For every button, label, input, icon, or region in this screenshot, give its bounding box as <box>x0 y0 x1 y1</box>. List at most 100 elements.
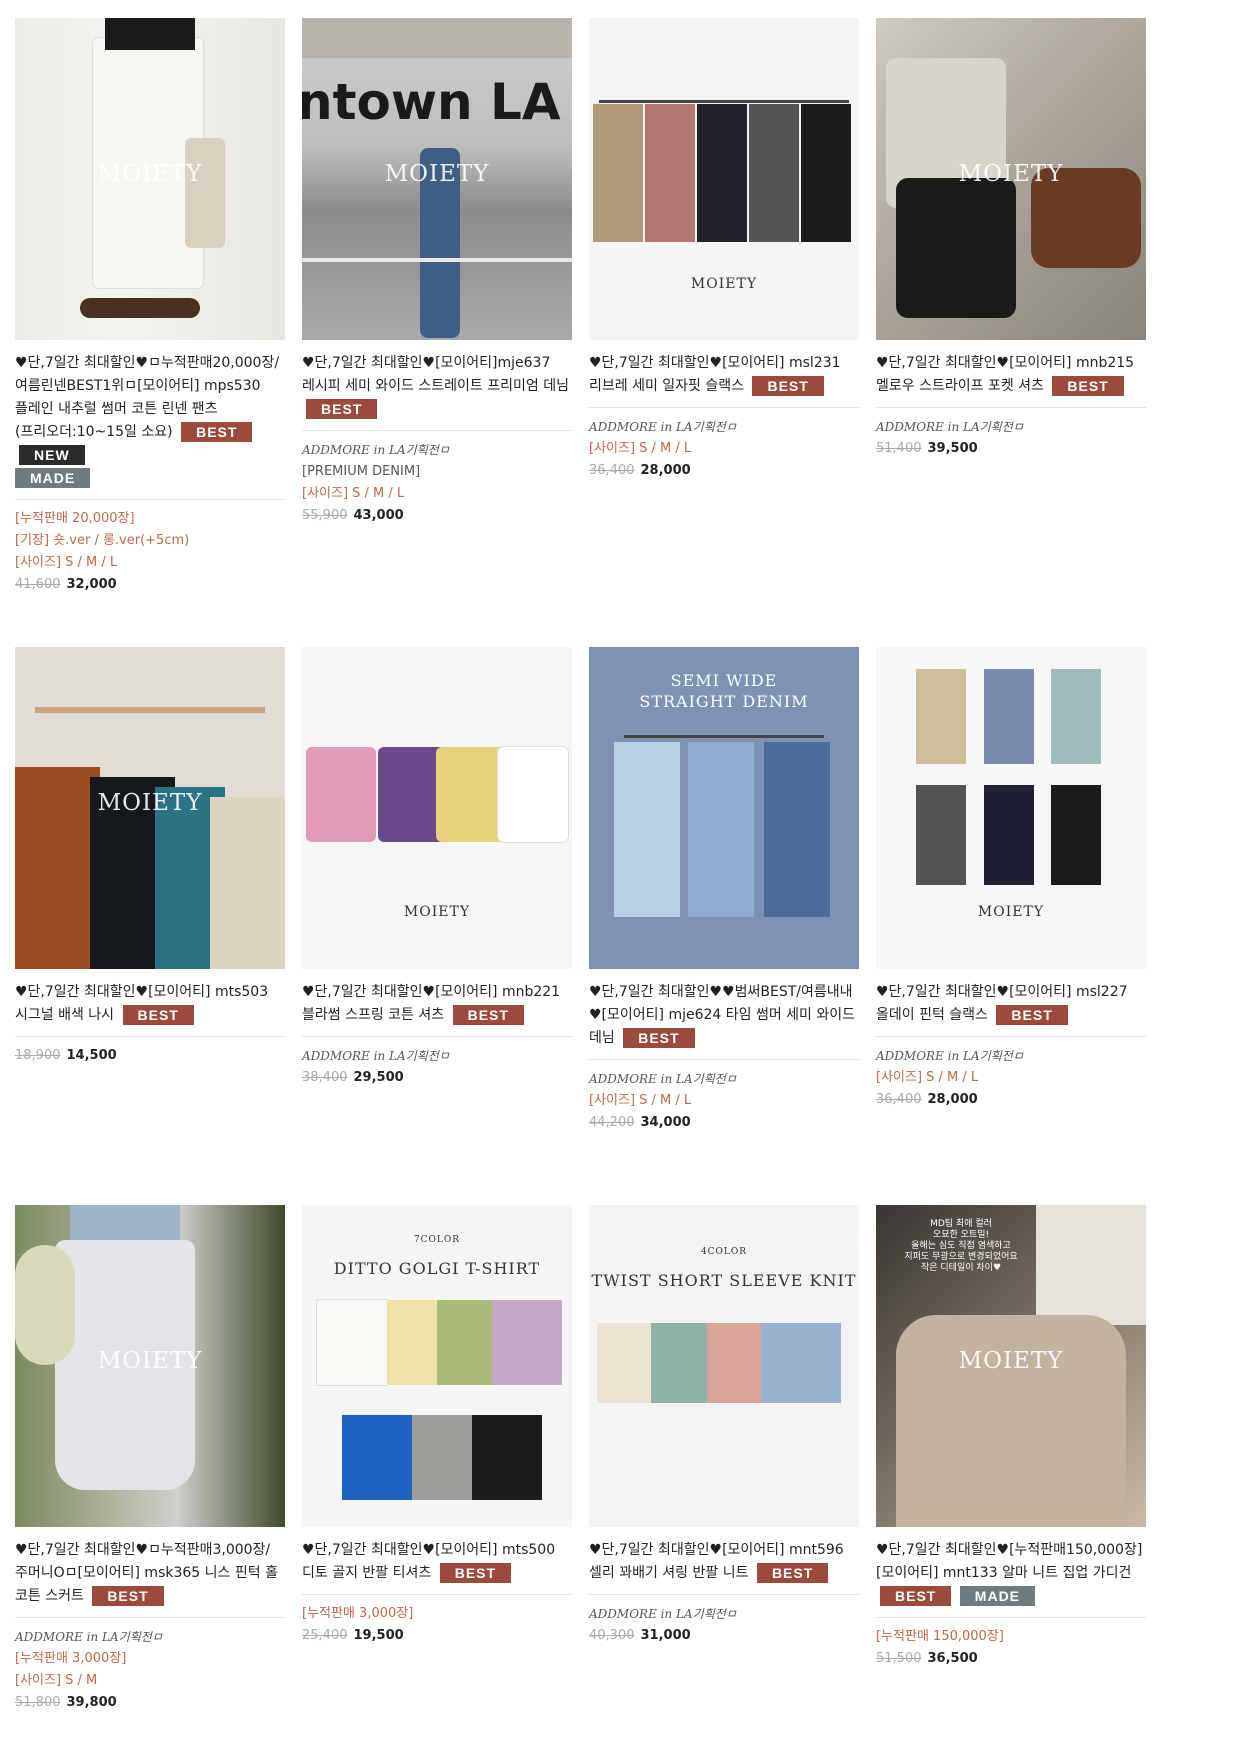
product-image[interactable]: MOIETY <box>876 647 1146 969</box>
product-name[interactable]: ♥단,7일간 최대할인♥[모이어티] mts503 시그널 배색 나시 BEST <box>15 981 285 1027</box>
slacks-beige <box>916 669 966 764</box>
product-card[interactable]: MOIETY ♥단,7일간 최대할인♥[모이어티] msl231 리브레 세미 … <box>589 18 859 482</box>
slacks-black <box>1051 785 1101 885</box>
divider <box>589 1594 859 1595</box>
product-image[interactable]: MOIETY <box>15 18 285 340</box>
spec-line: [누적판매 150,000장] <box>876 1629 1004 1644</box>
price-row: 36,400 28,000 <box>589 460 859 482</box>
spec-line: [사이즈] S / M / L <box>589 441 692 456</box>
product-card[interactable]: MOIETY ♥단,7일간 최대할인♥ㅁ누적판매20,000장/여름린넨BEST… <box>15 18 285 596</box>
color-tag: 7COLOR <box>413 1235 461 1245</box>
watermark: MOIETY <box>958 161 1064 187</box>
product-card[interactable]: MOIETY ♥단,7일간 최대할인♥[모이어티] mts503 시그널 배색 … <box>15 647 285 1067</box>
pants-graphic <box>896 178 1016 318</box>
product-name-text[interactable]: ♥단,7일간 최대할인♥[모이어티]mje637 레시피 세미 와이드 스트레이… <box>302 355 569 394</box>
price-row: 44,200 34,000 <box>589 1112 859 1134</box>
brand-label: ADDMORE in LA기획전ㅁ <box>302 1049 450 1063</box>
brand-logo: MOIETY <box>977 904 1045 920</box>
product-image[interactable]: MOIETY <box>15 647 285 969</box>
best-badge: BEST <box>306 399 378 419</box>
product-image[interactable]: MOIETY <box>876 18 1146 340</box>
product-card[interactable]: MOIETY ♥단,7일간 최대할인♥[모이어티] msl227 올데이 핀턱 … <box>876 647 1146 1111</box>
product-name-text[interactable]: ♥단,7일간 최대할인♥[모이어티] mts500 디토 골지 반팔 티셔츠 <box>302 1542 555 1581</box>
product-image[interactable]: MOIETY <box>15 1205 285 1527</box>
flowers-graphic <box>15 1245 75 1365</box>
product-image[interactable]: 4COLOR TWIST SHORT SLEEVE KNIT <box>589 1205 859 1527</box>
spec-line: [PREMIUM DENIM] <box>302 464 421 479</box>
product-image[interactable]: MD팀 최애 컬러 오묘한 오트밀! 올해는 심도 직접 염색하고 지퍼도 무광… <box>876 1205 1146 1527</box>
divider <box>302 1036 572 1037</box>
product-name[interactable]: ♥단,7일간 최대할인♥ㅁ누적판매3,000장/주머니Oㅁ[모이어티] msk3… <box>15 1539 285 1608</box>
tee-lilac <box>492 1300 562 1385</box>
sale-price: 34,000 <box>640 1115 691 1130</box>
product-name[interactable]: ♥단,7일간 최대할인♥♥범써BEST/여름내내♥[모이어티] mje624 타… <box>589 981 859 1050</box>
watermark: MOIETY <box>97 161 203 187</box>
product-card[interactable]: 4COLOR TWIST SHORT SLEEVE KNIT ♥단,7일간 최대… <box>589 1205 859 1647</box>
product-name[interactable]: ♥단,7일간 최대할인♥[모이어티] mnb215 멜로우 스트라이프 포켓 셔… <box>876 352 1146 398</box>
original-price: 18,900 <box>15 1048 61 1063</box>
price-row: 51,800 39,800 <box>15 1692 285 1714</box>
sale-price: 39,500 <box>927 441 978 456</box>
product-card[interactable]: MOIETY ♥단,7일간 최대할인♥[모이어티] mnb215 멜로우 스트라… <box>876 18 1146 460</box>
price-row: 36,400 28,000 <box>876 1089 1146 1111</box>
made-badge: MADE <box>959 1586 1036 1606</box>
color-tag: 4COLOR <box>700 1247 748 1257</box>
slacks-navy <box>984 785 1034 885</box>
spec-line: [사이즈] S / M / L <box>302 486 405 501</box>
product-name-text[interactable]: ♥단,7일간 최대할인♥[누적판매150,000장][모이어티] mnt133 … <box>876 1542 1142 1581</box>
product-card[interactable]: MOIETY ♥단,7일간 최대할인♥[모이어티] mnb221 블라썸 스프링… <box>302 647 572 1089</box>
price-row: 40,300 31,000 <box>589 1625 859 1647</box>
image-heading: TWIST SHORT SLEEVE KNIT <box>591 1271 857 1290</box>
brand-logo: MOIETY <box>403 904 471 920</box>
best-badge: BEST <box>756 1563 829 1583</box>
product-name[interactable]: ♥단,7일간 최대할인♥[모이어티] msl227 올데이 핀턱 슬랙스 BES… <box>876 981 1146 1027</box>
product-image[interactable]: 7COLOR DITTO GOLGI T-SHIRT <box>302 1205 572 1527</box>
product-name[interactable]: ♥단,7일간 최대할인♥ㅁ누적판매20,000장/여름린넨BEST1위ㅁ[모이어… <box>15 352 285 490</box>
slacks-mint <box>1051 669 1101 764</box>
price-row: 18,900 14,500 <box>15 1045 285 1067</box>
product-name[interactable]: ♥단,7일간 최대할인♥[모이어티] msl231 리브레 세미 일자핏 슬랙스… <box>589 352 859 398</box>
best-badge: BEST <box>92 1586 164 1606</box>
product-image[interactable]: MOIETY <box>302 647 572 969</box>
divider <box>15 1617 285 1618</box>
product-name[interactable]: ♥단,7일간 최대할인♥[모이어티] mts500 디토 골지 반팔 티셔츠 B… <box>302 1539 572 1585</box>
tank-cream <box>210 797 285 969</box>
product-card[interactable]: ntown LA MOIETY ♥단,7일간 최대할인♥[모이어티]mje637… <box>302 18 572 527</box>
sale-price: 36,500 <box>927 1651 978 1666</box>
sale-price: 31,000 <box>640 1628 691 1643</box>
product-image[interactable]: ntown LA MOIETY <box>302 18 572 340</box>
shirt-white <box>498 747 568 842</box>
sale-price: 29,500 <box>353 1070 404 1085</box>
new-badge: NEW <box>19 445 85 465</box>
pants-navy <box>697 104 747 242</box>
product-name[interactable]: ♥단,7일간 최대할인♥[누적판매150,000장][모이어티] mnt133 … <box>876 1539 1146 1608</box>
product-card[interactable]: MOIETY ♥단,7일간 최대할인♥ㅁ누적판매3,000장/주머니Oㅁ[모이어… <box>15 1205 285 1714</box>
watermark: MOIETY <box>958 1348 1064 1374</box>
sale-price: 19,500 <box>353 1628 404 1643</box>
original-price: 40,300 <box>589 1628 635 1643</box>
spec-line: [사이즈] S / M / L <box>15 555 118 570</box>
slacks-blue <box>984 669 1034 764</box>
product-card[interactable]: MD팀 최애 컬러 오묘한 오트밀! 올해는 심도 직접 염색하고 지퍼도 무광… <box>876 1205 1146 1670</box>
watermark: MOIETY <box>97 790 203 816</box>
sale-price: 14,500 <box>66 1048 117 1063</box>
original-price: 41,600 <box>15 577 61 592</box>
product-image[interactable]: MOIETY <box>589 18 859 340</box>
product-image[interactable]: SEMI WIDE STRAIGHT DENIM <box>589 647 859 969</box>
product-card[interactable]: 7COLOR DITTO GOLGI T-SHIRT ♥단,7일간 최대할인♥[… <box>302 1205 572 1647</box>
best-badge: BEST <box>752 376 824 396</box>
best-badge: BEST <box>1052 376 1124 396</box>
original-price: 36,400 <box>876 1092 922 1107</box>
denim-dark <box>764 742 830 917</box>
product-card[interactable]: SEMI WIDE STRAIGHT DENIM ♥단,7일간 최대할인♥♥범써… <box>589 647 859 1134</box>
product-name[interactable]: ♥단,7일간 최대할인♥[모이어티] mnt596 셀리 꽈배기 셔링 반팔 니… <box>589 1539 859 1585</box>
product-name[interactable]: ♥단,7일간 최대할인♥[모이어티] mnb221 블라썸 스프링 코튼 셔츠 … <box>302 981 572 1027</box>
made-badge: MADE <box>15 468 91 488</box>
spec-line: [기장] 숏.ver / 롱.ver(+5cm) <box>15 533 190 548</box>
original-price: 36,400 <box>589 463 635 478</box>
spec-line: [사이즈] S / M / L <box>876 1070 979 1085</box>
product-name[interactable]: ♥단,7일간 최대할인♥[모이어티]mje637 레시피 세미 와이드 스트레이… <box>302 352 572 421</box>
pants-gray <box>749 104 799 242</box>
best-badge: BEST <box>880 1586 952 1606</box>
brand-label: ADDMORE in LA기획전ㅁ <box>589 1607 737 1621</box>
